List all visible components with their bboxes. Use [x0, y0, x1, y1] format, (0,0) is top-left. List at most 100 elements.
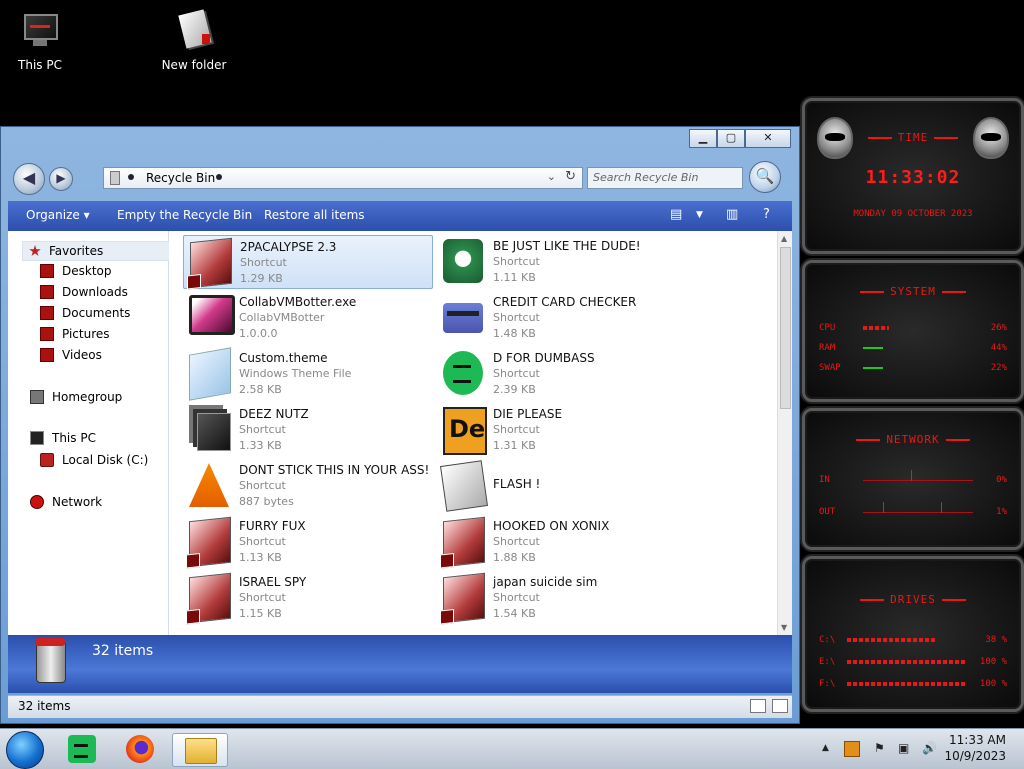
vertical-scrollbar[interactable]: ▲ ▼	[777, 231, 792, 635]
preview-pane-icon[interactable]: ▥	[726, 207, 738, 222]
restore-all-button[interactable]: Restore all items	[264, 208, 365, 222]
disk-icon	[40, 453, 54, 467]
file-item[interactable]: BE JUST LIKE THE DUDE! Shortcut 1.11 KB	[437, 235, 685, 287]
chevron-down-icon[interactable]: ▼	[696, 210, 703, 220]
file-name: BE JUST LIKE THE DUDE!	[493, 239, 641, 253]
close-button[interactable]: ✕	[745, 129, 791, 148]
refresh-icon[interactable]: ↻	[565, 169, 576, 184]
theme-icon	[189, 347, 231, 401]
file-type: Shortcut	[493, 367, 540, 380]
file-item[interactable]: CREDIT CARD CHECKER Shortcut 1.48 KB	[437, 291, 685, 343]
folder-icon	[185, 738, 217, 764]
file-item[interactable]: DIE PLEASE Shortcut 1.31 KB	[437, 403, 685, 455]
taskbar-app-explorer[interactable]	[172, 733, 228, 767]
start-button[interactable]	[6, 731, 44, 769]
file-type: Shortcut	[239, 591, 286, 604]
nav-homegroup[interactable]: Homegroup	[30, 390, 122, 404]
network-gadget[interactable]: NETWORK IN 0% OUT 1%	[802, 408, 1024, 550]
file-size: 1.48 KB	[493, 327, 536, 340]
large-icons-view-icon[interactable]	[772, 699, 788, 713]
tray-clock[interactable]: 11:33 AM 10/9/2023	[944, 732, 1006, 764]
system-gadget[interactable]: SYSTEM CPU 26% RAM 44% SWAP 22%	[802, 260, 1024, 402]
nav-local-disk[interactable]: Local Disk (C:)	[40, 453, 148, 467]
nav-downloads[interactable]: Downloads	[40, 285, 128, 299]
help-icon[interactable]: ?	[763, 207, 770, 222]
search-icon[interactable]: 🔍	[749, 161, 781, 193]
taskbar-app-firefox[interactable]	[116, 733, 170, 765]
desktop-icon-new-folder[interactable]: New folder	[149, 9, 239, 72]
nav-this-pc[interactable]: This PC	[30, 431, 96, 445]
file-size: 1.33 KB	[239, 439, 282, 452]
spotify-icon	[443, 351, 483, 395]
organize-button[interactable]: Organize ▾	[26, 208, 90, 222]
nav-network[interactable]: Network	[30, 495, 102, 509]
nav-documents[interactable]: Documents	[40, 306, 130, 320]
show-hidden-icons-button[interactable]: ▲	[822, 743, 829, 753]
shortcut-icon	[443, 572, 485, 624]
drive-e-value: 100 %	[979, 657, 1007, 667]
scrollbar-thumb[interactable]	[780, 247, 791, 409]
desktop-icon	[40, 264, 54, 278]
drives-gadget[interactable]: DRIVES C:\ 38 % E:\ 100 % F:\ 100 %	[802, 556, 1024, 712]
file-item[interactable]: DONT STICK THIS IN YOUR ASS! Shortcut 88…	[183, 459, 431, 511]
file-item[interactable]: FURRY FUX Shortcut 1.13 KB	[183, 515, 431, 568]
chevron-down-icon[interactable]: ⌄	[547, 170, 556, 183]
file-item[interactable]: 2PACALYPSE 2.3 Shortcut 1.29 KB	[183, 235, 433, 289]
tray-date: 10/9/2023	[944, 749, 1006, 763]
gadget-panel: TIME 11:33:02 MONDAY 09 OCTOBER 2023 SYS…	[796, 94, 1024, 720]
gadget-title: NETWORK	[805, 433, 1021, 446]
file-item[interactable]: FLASH !	[437, 459, 685, 512]
nav-pictures[interactable]: Pictures	[40, 327, 110, 341]
file-item[interactable]: japan suicide sim Shortcut 1.54 KB	[437, 571, 685, 624]
file-item[interactable]: Custom.theme Windows Theme File 2.58 KB	[183, 347, 431, 401]
net-in-graph	[863, 470, 973, 481]
address-bar[interactable]: Recycle Bin ⌄ ↻	[103, 167, 583, 189]
file-type: Shortcut	[493, 423, 540, 436]
nav-desktop[interactable]: Desktop	[40, 264, 112, 278]
nav-label: Homegroup	[52, 390, 123, 404]
drive-e-label: E:\	[819, 657, 836, 667]
file-name: FLASH !	[493, 477, 541, 491]
details-view-icon[interactable]	[750, 699, 766, 713]
file-size: 1.15 KB	[239, 607, 282, 620]
nav-favorites[interactable]: Favorites	[22, 241, 172, 261]
file-item[interactable]: D FOR DUMBASS Shortcut 2.39 KB	[437, 347, 685, 399]
back-button[interactable]: ◀	[13, 163, 45, 195]
file-item[interactable]: CollabVMBotter.exe CollabVMBotter 1.0.0.…	[183, 291, 431, 343]
de-icon	[443, 407, 487, 455]
drive-c-value: 38 %	[985, 635, 1007, 645]
nav-videos[interactable]: Videos	[40, 348, 102, 362]
taskbar-app-spotify[interactable]	[58, 733, 112, 765]
file-item[interactable]: ISRAEL SPY Shortcut 1.15 KB	[183, 571, 431, 624]
network-icon[interactable]: ▣	[898, 741, 909, 755]
ram-bar	[863, 347, 883, 349]
tray-time: 11:33 AM	[949, 733, 1006, 747]
minimize-button[interactable]: ▁	[689, 129, 717, 148]
scroll-up-icon[interactable]: ▲	[781, 234, 787, 243]
breadcrumb[interactable]: Recycle Bin	[146, 171, 215, 185]
file-item[interactable]: DEEZ NUTZ Shortcut 1.33 KB	[183, 403, 431, 455]
scroll-down-icon[interactable]: ▼	[781, 623, 787, 632]
homegroup-icon	[30, 390, 44, 404]
breadcrumb-separator-icon[interactable]	[216, 174, 222, 180]
file-name: Custom.theme	[239, 351, 328, 365]
downloads-icon	[40, 285, 54, 299]
search-input[interactable]: Search Recycle Bin	[587, 167, 743, 189]
videos-icon	[40, 348, 54, 362]
time-gadget[interactable]: TIME 11:33:02 MONDAY 09 OCTOBER 2023	[802, 98, 1024, 254]
file-size: 1.31 KB	[493, 439, 536, 452]
recycle-bin-small-icon	[110, 171, 120, 185]
empty-recycle-bin-button[interactable]: Empty the Recycle Bin	[117, 208, 252, 222]
drive-f-label: F:\	[819, 679, 836, 689]
desktop-icon-this-pc[interactable]: This PC	[0, 10, 85, 72]
monitor-icon	[189, 295, 235, 335]
maximize-button[interactable]: ▢	[717, 129, 745, 148]
file-size: 1.88 KB	[493, 551, 536, 564]
tray-app-icon[interactable]	[844, 741, 860, 757]
flag-icon[interactable]: ⚑	[874, 741, 885, 755]
status-bar: 32 items	[8, 695, 792, 718]
forward-button[interactable]: ▶	[49, 167, 73, 191]
view-options-icon[interactable]: ▤	[670, 207, 682, 222]
volume-icon[interactable]: 🔊	[922, 741, 937, 755]
file-item[interactable]: HOOKED ON XONIX Shortcut 1.88 KB	[437, 515, 685, 568]
